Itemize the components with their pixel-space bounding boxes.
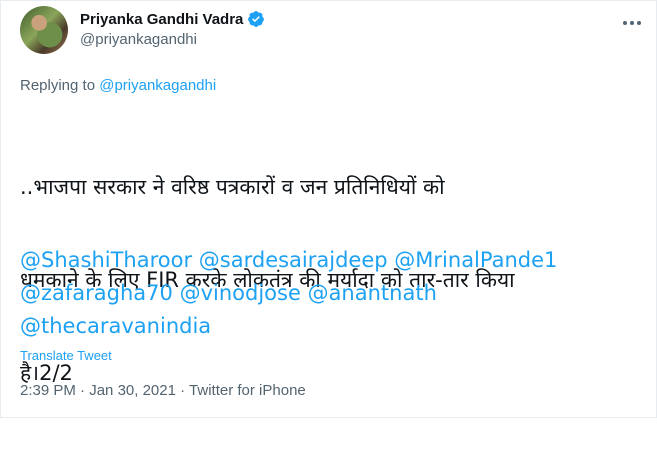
mention-link[interactable]: @vinodjose — [180, 281, 301, 305]
author-name[interactable]: Priyanka Gandhi Vadra — [80, 11, 243, 28]
author-name-row[interactable]: Priyanka Gandhi Vadra — [80, 10, 265, 28]
author-handle[interactable]: @priyankagandhi — [80, 31, 197, 48]
mention-link[interactable]: @MrinalPande1 — [394, 248, 557, 272]
tweet-date[interactable]: Jan 30, 2021 — [89, 382, 176, 399]
tweet-source[interactable]: Twitter for iPhone — [189, 382, 306, 399]
mention-link[interactable]: @zafaragha70 — [20, 281, 173, 305]
meta-separator: · — [175, 382, 190, 399]
replying-target-link[interactable]: @priyankagandhi — [99, 77, 216, 94]
dot — [637, 21, 641, 25]
more-options-icon[interactable] — [619, 15, 645, 31]
tweet-mentions: @ShashiTharoor @sardesairajdeep @MrinalP… — [20, 244, 650, 343]
tweet-line-1: ..भाजपा सरकार ने वरिष्ठ पत्रकारों व जन प… — [20, 175, 445, 199]
avatar[interactable] — [20, 6, 68, 54]
replying-to: Replying to @priyankagandhi — [20, 77, 216, 94]
tweet-time[interactable]: 2:39 PM — [20, 382, 76, 399]
replying-prefix: Replying to — [20, 77, 100, 94]
tweet-meta: 2:39 PM · Jan 30, 2021 · Twitter for iPh… — [20, 382, 306, 399]
dot — [623, 21, 627, 25]
meta-separator: · — [75, 382, 90, 399]
translate-tweet-link[interactable]: Translate Tweet — [20, 348, 112, 363]
mention-link[interactable]: @sardesairajdeep — [199, 248, 388, 272]
mention-link[interactable]: @thecaravanindia — [20, 314, 211, 338]
dot — [630, 21, 634, 25]
tweet-card: Priyanka Gandhi Vadra @priyankagandhi Re… — [0, 0, 657, 418]
mention-link[interactable]: @anantnath — [308, 281, 437, 305]
verified-badge-icon — [248, 11, 265, 27]
mention-link[interactable]: @ShashiTharoor — [20, 248, 192, 272]
